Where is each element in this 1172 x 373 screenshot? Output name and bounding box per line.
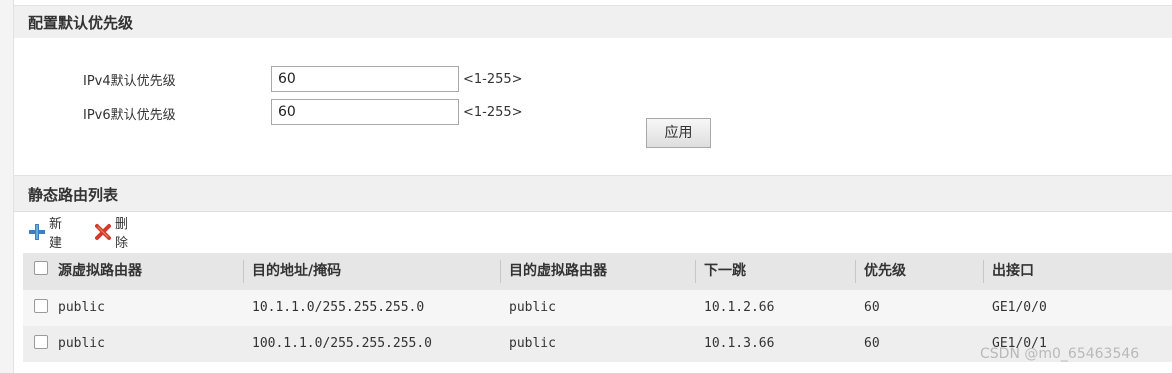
col-next-hop[interactable]: 下一跳 <box>704 253 746 290</box>
column-divider <box>243 260 244 283</box>
cell-destination: 100.1.1.0/255.255.255.0 <box>252 336 433 351</box>
cell-next-hop: 10.1.3.66 <box>704 336 775 351</box>
priority-section-header: 配置默认优先级 <box>14 5 1172 39</box>
delete-route-label: 删除 <box>115 217 129 251</box>
column-divider <box>500 260 501 283</box>
col-destination[interactable]: 目的地址/掩码 <box>252 253 341 290</box>
row-checkbox[interactable] <box>34 335 48 349</box>
cell-dest-vrouter: public <box>509 300 556 315</box>
row-checkbox[interactable] <box>34 299 48 313</box>
route-section-title: 静态路由列表 <box>28 186 119 204</box>
col-out-interface[interactable]: 出接口 <box>992 253 1034 290</box>
ipv6-priority-input[interactable] <box>271 99 459 125</box>
table-header: 源虚拟路由器 目的地址/掩码 目的虚拟路由器 下一跳 优先级 出接口 <box>23 253 1172 290</box>
ipv6-range-hint: <1-255> <box>463 105 523 120</box>
table-row[interactable]: public 10.1.1.0/255.255.255.0 public 10.… <box>23 290 1172 326</box>
csdn-watermark: CSDN @m0_65463546 <box>980 346 1140 362</box>
col-priority[interactable]: 优先级 <box>864 253 906 290</box>
cell-dest-vrouter: public <box>509 336 556 351</box>
cell-source-vrouter: public <box>58 336 105 351</box>
column-divider <box>983 260 984 283</box>
priority-section-title: 配置默认优先级 <box>28 14 134 32</box>
cell-source-vrouter: public <box>58 300 105 315</box>
new-route-label: 新建 <box>49 217 63 251</box>
cell-next-hop: 10.1.2.66 <box>704 300 775 315</box>
apply-button[interactable]: 应用 <box>646 118 711 148</box>
cell-destination: 10.1.1.0/255.255.255.0 <box>252 300 425 315</box>
column-divider <box>855 260 856 283</box>
delete-route-button[interactable]: 删除 <box>94 217 128 251</box>
select-all-checkbox[interactable] <box>34 261 48 275</box>
cell-priority: 60 <box>864 300 880 315</box>
ipv4-range-hint: <1-255> <box>463 72 523 87</box>
col-dest-vrouter[interactable]: 目的虚拟路由器 <box>509 253 607 290</box>
route-section-header: 静态路由列表 <box>14 175 1172 212</box>
plus-icon <box>28 223 46 241</box>
cell-priority: 60 <box>864 336 880 351</box>
ipv6-priority-label: IPv6默认优先级 <box>83 108 176 123</box>
column-divider <box>695 260 696 283</box>
delete-x-icon <box>94 223 112 241</box>
new-route-button[interactable]: 新建 <box>28 217 62 251</box>
ipv4-priority-label: IPv4默认优先级 <box>83 74 176 89</box>
priority-section-body <box>14 38 1172 170</box>
col-source-vrouter[interactable]: 源虚拟路由器 <box>58 253 142 290</box>
ipv4-priority-input[interactable] <box>271 66 459 92</box>
cell-out-interface: GE1/0/0 <box>992 300 1047 315</box>
left-edge-panel <box>0 0 14 373</box>
